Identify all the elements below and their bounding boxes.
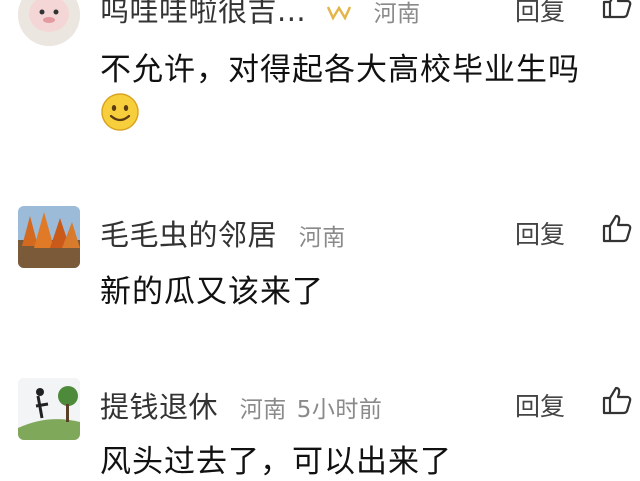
reply-button[interactable]: 回复 bbox=[515, 215, 565, 251]
avatar[interactable] bbox=[18, 206, 80, 268]
comment-text: 不允许，对得起各大高校毕业生吗 bbox=[100, 52, 580, 88]
thumbs-up-icon[interactable] bbox=[601, 384, 633, 416]
avatar[interactable] bbox=[18, 0, 80, 46]
reply-button[interactable]: 回复 bbox=[515, 387, 565, 423]
avatar[interactable] bbox=[18, 378, 80, 440]
smiley-emoji-icon bbox=[101, 93, 139, 131]
thumbs-up-icon[interactable] bbox=[601, 212, 633, 244]
comment-page: { "comments": [ { "username": "呜哇哇啦很吉...… bbox=[0, 0, 640, 480]
crown-badge-icon bbox=[326, 0, 352, 30]
username[interactable]: 提钱退休 bbox=[100, 390, 218, 424]
location: 河南 bbox=[239, 397, 287, 423]
comment-text: 新的瓜又该来了 bbox=[100, 274, 324, 310]
timestamp: 5小时前 bbox=[296, 397, 383, 423]
username[interactable]: 呜哇哇啦很吉... bbox=[100, 0, 306, 28]
comment-text: 风头过去了，可以出来了 bbox=[100, 444, 452, 480]
location: 河南 bbox=[373, 1, 421, 27]
location: 河南 bbox=[298, 225, 346, 251]
thumbs-up-icon[interactable] bbox=[601, 0, 633, 20]
avatar-image bbox=[18, 0, 80, 46]
username[interactable]: 毛毛虫的邻居 bbox=[100, 218, 277, 252]
reply-button[interactable]: 回复 bbox=[515, 0, 565, 28]
avatar-image bbox=[18, 378, 80, 440]
avatar-image bbox=[18, 206, 80, 268]
